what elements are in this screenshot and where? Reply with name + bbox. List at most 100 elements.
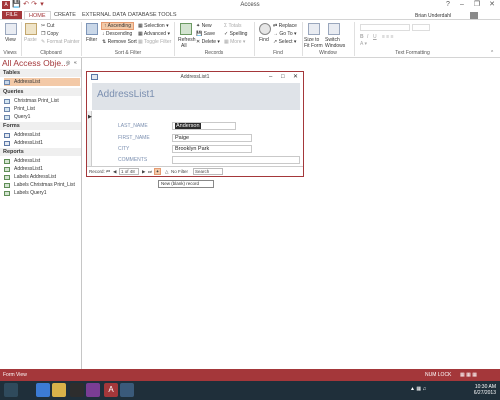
refresh-all-label[interactable]: All [181, 43, 187, 49]
form-maximize-button[interactable]: □ [281, 72, 285, 82]
nav-item-table-addresslist[interactable]: AddressList [4, 78, 80, 86]
access-taskbar-icon[interactable]: A [104, 383, 118, 397]
comments-field[interactable] [172, 156, 300, 164]
window-taskbar-icon[interactable] [120, 383, 134, 397]
switch-windows-icon[interactable] [328, 23, 340, 35]
filter-button[interactable]: Filter [86, 37, 97, 43]
font-color-icon[interactable]: A ▾ [360, 41, 367, 47]
font-name-dropdown[interactable] [360, 24, 410, 31]
nav-item-report-labels-addresslist[interactable]: Labels AddressList [4, 173, 80, 181]
switch-windows-button[interactable]: Switch Windows [325, 37, 351, 49]
next-record-icon[interactable]: ▶ [142, 167, 145, 176]
new-record-nav-icon[interactable]: ✦ [154, 168, 161, 175]
command-prompt-icon[interactable] [70, 383, 84, 397]
minimize-button[interactable]: – [455, 0, 469, 10]
clock[interactable]: 10:30 AM 6/27/2013 [440, 384, 496, 396]
format-painter-button[interactable]: ✎ Format Painter [41, 39, 80, 45]
copy-button[interactable]: ❐ Copy [41, 31, 59, 37]
goto-button[interactable]: → Go To ▾ [273, 31, 297, 37]
find-icon[interactable] [259, 23, 271, 35]
first-name-field[interactable]: Paige [172, 134, 252, 142]
view-switch-icons[interactable]: ▦ ▦ ▦ [460, 369, 477, 381]
form-header-title: AddressList1 [97, 89, 155, 100]
paste-button[interactable]: Paste [24, 37, 37, 43]
nav-item-report-labels-christmas[interactable]: Labels Christmas Print_List [4, 181, 80, 189]
form-close-button[interactable]: ✕ [293, 72, 298, 82]
form-minimize-button[interactable]: – [269, 72, 272, 82]
chevron-down-icon: ▾ [292, 31, 297, 37]
totals-button[interactable]: Σ Totals [224, 23, 242, 29]
align-icons[interactable]: ≡ ≡ ≡ [382, 34, 394, 40]
system-tray-icons[interactable]: ▲ ▦ ♫ [410, 386, 426, 392]
ascending-button[interactable]: ↑ Ascending [101, 22, 134, 30]
nav-dropdown-icon[interactable]: ◎ [66, 60, 70, 66]
query-icon [4, 106, 10, 112]
first-record-icon[interactable]: ⏮ [106, 167, 110, 176]
query-icon [4, 98, 10, 104]
collapse-nav-icon[interactable]: « [74, 60, 77, 66]
selection-button[interactable]: ▦ Selection ▾ [138, 23, 169, 29]
start-button[interactable] [4, 383, 18, 397]
nav-pane-title[interactable]: All Access Obje... [2, 58, 68, 68]
query-icon [4, 114, 10, 120]
nav-item-query-christmas[interactable]: Christmas Print_List [4, 97, 80, 105]
file-explorer-icon[interactable] [52, 383, 66, 397]
advanced-button[interactable]: ▦ Advanced ▾ [138, 31, 170, 37]
bold-icon[interactable]: B [360, 34, 364, 40]
previous-record-icon[interactable]: ◀ [113, 167, 116, 176]
view-button[interactable]: View [5, 37, 16, 43]
collapse-ribbon-icon[interactable]: ⌃ [490, 50, 494, 56]
last-record-icon[interactable]: ⏭ [148, 167, 152, 176]
nav-item-report-addresslist1[interactable]: AddressList1 [4, 165, 80, 173]
replace-button[interactable]: ⇄ Replace [273, 23, 297, 29]
restore-button[interactable]: ❐ [470, 0, 484, 10]
help-button[interactable]: ? [441, 0, 455, 10]
text-formatting-group-label: Text Formatting [395, 50, 430, 56]
nav-section-reports[interactable]: Reports [0, 148, 81, 156]
nav-item-form-addresslist[interactable]: AddressList [4, 131, 80, 139]
nav-item-form-addresslist1[interactable]: AddressList1 [4, 139, 80, 147]
nav-item-query1[interactable]: Query1 [4, 113, 80, 121]
size-to-fit-button[interactable]: Size to Fit Form [304, 37, 326, 49]
search-input[interactable]: Search [193, 168, 223, 175]
nav-section-tables[interactable]: Tables [0, 69, 81, 77]
delete-button[interactable]: ✕ Delete ▾ [196, 39, 220, 45]
onenote-icon[interactable] [86, 383, 100, 397]
city-field[interactable]: Brooklyn Park [172, 145, 252, 153]
nav-item-report-addresslist[interactable]: AddressList [4, 157, 80, 165]
save-record-button[interactable]: 💾 Save [196, 31, 215, 37]
chevron-down-icon: ▾ [164, 23, 169, 29]
internet-explorer-icon[interactable] [36, 383, 50, 397]
more-button[interactable]: ▦ More ▾ [224, 39, 245, 45]
cut-button[interactable]: ✂ Cut [41, 23, 54, 29]
report-icon [4, 182, 10, 188]
new-record-button[interactable]: ✦ New [196, 23, 212, 29]
form-window[interactable]: AddressList1 – □ ✕ AddressList1 ▶ LAST_N… [86, 71, 304, 177]
nav-section-forms[interactable]: Forms [0, 122, 81, 130]
nav-item-query-print-list[interactable]: Print_List [4, 105, 80, 113]
nav-section-queries[interactable]: Queries [0, 88, 81, 96]
select-button[interactable]: ↗ Select ▾ [273, 39, 296, 45]
descending-button[interactable]: ↓ Descending [102, 31, 132, 37]
status-view-name: Form View [3, 372, 27, 378]
filter-icon[interactable] [86, 23, 98, 35]
navigation-pane: All Access Obje... ◎ « Tables AddressLis… [0, 58, 82, 369]
nav-item-report-labels-query1[interactable]: Labels Query1 [4, 189, 80, 197]
paste-icon[interactable] [25, 23, 37, 35]
chevron-down-icon: ▾ [216, 39, 220, 45]
record-position-field[interactable]: 1 of 48 [119, 168, 139, 175]
no-filter-button[interactable]: No Filter [171, 167, 188, 176]
view-icon[interactable] [5, 23, 17, 35]
font-size-dropdown[interactable] [412, 24, 430, 31]
remove-sort-button[interactable]: ⇅ Remove Sort [102, 39, 137, 45]
refresh-icon[interactable] [180, 23, 192, 35]
italic-icon[interactable]: I [367, 34, 368, 40]
size-to-fit-icon[interactable] [308, 23, 320, 35]
toggle-filter-button[interactable]: ▦ Toggle Filter [138, 39, 171, 45]
spelling-button[interactable]: ✓ Spelling [224, 31, 247, 37]
underline-icon[interactable]: U [373, 34, 377, 40]
last-name-field[interactable]: Anderson [172, 122, 236, 130]
taskbar: A 10:30 AM 6/27/2013 ▲ ▦ ♫ [0, 381, 500, 400]
close-button[interactable]: ✕ [485, 0, 499, 10]
find-button[interactable]: Find [259, 37, 269, 43]
